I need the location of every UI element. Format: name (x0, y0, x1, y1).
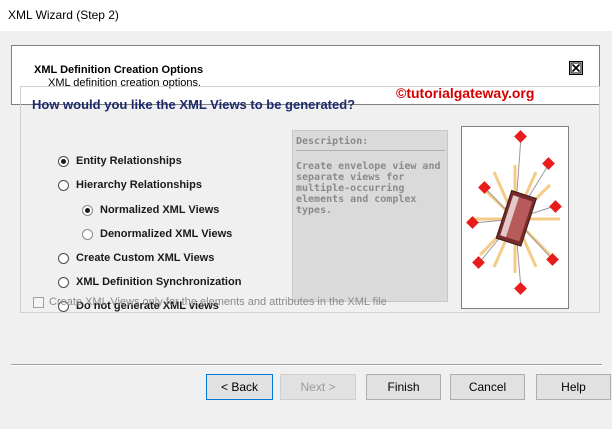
xml-wizard-window: XML Wizard (Step 2) XML Definition Creat… (0, 0, 612, 429)
radio-button[interactable] (58, 276, 69, 288)
document-shape (495, 189, 537, 247)
description-heading: Description: (296, 136, 369, 147)
checkbox-label: Create XML Views only for the elements a… (49, 296, 387, 308)
radio-button[interactable] (58, 252, 69, 264)
radio-label: Create Custom XML Views (76, 252, 215, 264)
radio-button[interactable] (58, 155, 69, 167)
radio-create-custom-xml-views[interactable]: Create Custom XML Views (58, 250, 214, 266)
radio-denormalized-xml-views[interactable]: Denormalized XML Views (82, 226, 232, 242)
radio-label: XML Definition Synchronization (76, 276, 242, 288)
next-button[interactable]: Next > (280, 374, 356, 400)
wizard-illustration (461, 126, 569, 309)
watermark: ©tutorialgateway.org (396, 85, 535, 101)
radio-button[interactable] (82, 228, 93, 240)
question-heading: How would you like the XML Views to be g… (32, 97, 356, 112)
radio-button[interactable] (82, 204, 93, 216)
cancel-button[interactable]: Cancel (450, 374, 525, 400)
finish-button[interactable]: Finish (366, 374, 441, 400)
radio-button[interactable] (58, 179, 69, 191)
radio-label: Hierarchy Relationships (76, 179, 202, 191)
description-divider (296, 150, 445, 151)
title-bar[interactable]: XML Wizard (Step 2) (0, 0, 612, 31)
radio-label: Denormalized XML Views (100, 228, 233, 240)
window-title: XML Wizard (Step 2) (8, 8, 119, 22)
xml-views-only-checkbox[interactable]: Create XML Views only for the elements a… (33, 296, 387, 308)
footer-divider-highlight (11, 365, 602, 366)
radio-normalized-xml-views[interactable]: Normalized XML Views (82, 202, 219, 218)
help-button[interactable]: Help (536, 374, 611, 400)
close-box-icon (569, 61, 583, 75)
radio-label: Normalized XML Views (100, 204, 220, 216)
header-title: XML Definition Creation Options (34, 64, 204, 76)
document-burst-icon (466, 130, 562, 295)
radio-label: Entity Relationships (76, 155, 182, 167)
radio-hierarchy-relationships[interactable]: Hierarchy Relationships (58, 177, 202, 193)
radio-xml-definition-synchronization[interactable]: XML Definition Synchronization (58, 274, 241, 290)
checkbox[interactable] (33, 296, 44, 308)
radio-entity-relationships[interactable]: Entity Relationships (58, 153, 182, 169)
description-box: Description: Create envelope view and se… (292, 130, 448, 302)
description-text: Create envelope view and separate views … (296, 161, 441, 216)
back-button[interactable]: < Back (206, 374, 273, 400)
